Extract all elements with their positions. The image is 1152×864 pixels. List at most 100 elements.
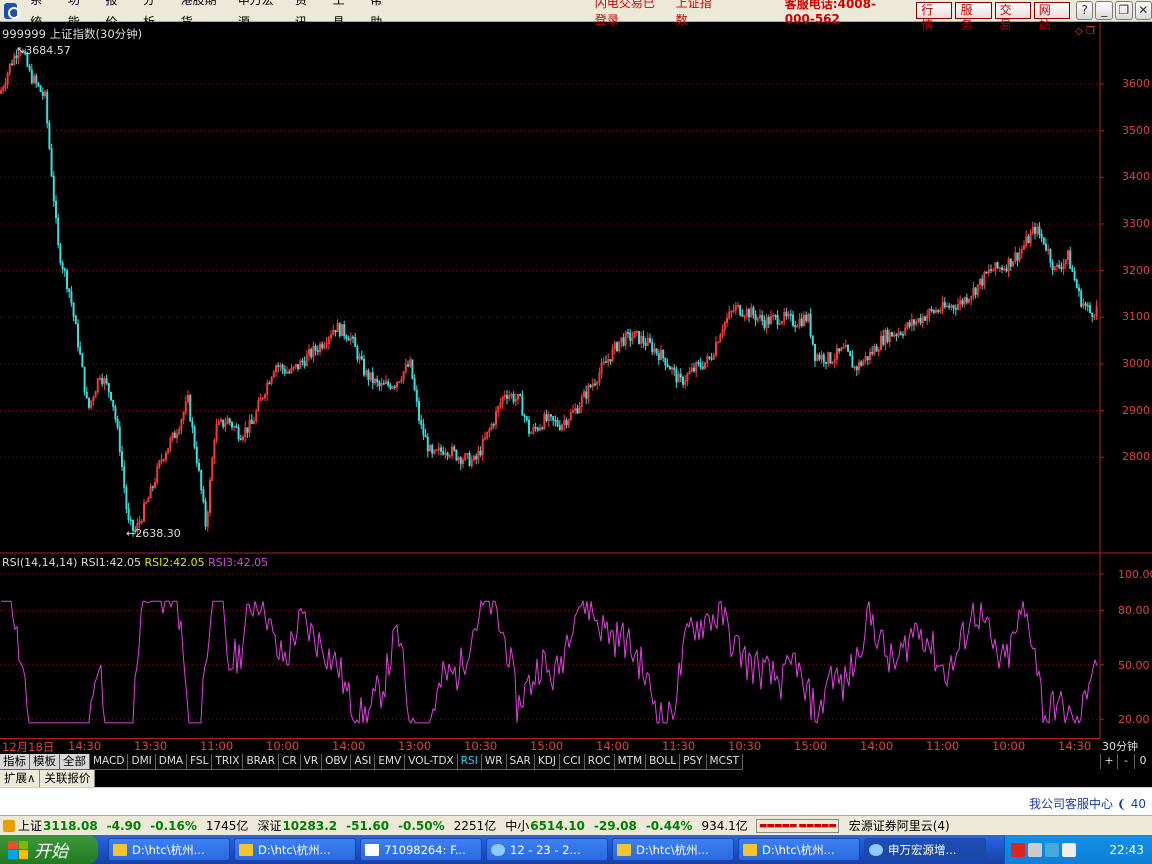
time-label: 14:00: [332, 739, 366, 753]
tab-rsi[interactable]: RSI: [457, 754, 482, 770]
sz-index-name[interactable]: 深证: [257, 817, 281, 834]
rsi-legend: RSI(14,14,14) RSI1:42.05 RSI2:42.05 RSI3…: [2, 556, 268, 569]
tab-cci[interactable]: CCI: [559, 754, 585, 770]
candle-body: [411, 359, 414, 379]
rsi-legend-name: RSI(14,14,14): [2, 556, 78, 569]
candle-body: [692, 367, 695, 372]
tab-obv[interactable]: OBV: [322, 754, 352, 770]
website-button[interactable]: 网站: [1033, 2, 1070, 32]
candle-body: [899, 332, 902, 335]
tab-mcst[interactable]: MCST: [706, 754, 744, 770]
tray-volume-icon[interactable]: [1062, 842, 1076, 857]
chart-corner-icons[interactable]: ◇ ❐: [1075, 26, 1095, 37]
candle-body: [83, 366, 86, 393]
tab-cr[interactable]: CR: [279, 754, 301, 770]
candle-body: [1075, 279, 1078, 289]
rsi-chart[interactable]: [0, 554, 1152, 738]
period-label[interactable]: 30分钟: [1102, 738, 1138, 754]
max-price-label: ↖3684.57: [16, 44, 71, 57]
zoom-out-button[interactable]: -: [1117, 754, 1134, 769]
tab-wr[interactable]: WR: [481, 754, 507, 770]
trade-button[interactable]: 交易: [994, 2, 1031, 32]
service-button[interactable]: 服务: [955, 2, 992, 32]
restore-button[interactable]: ❐: [1114, 1, 1133, 20]
taskbar-item-label: 71098264: F...: [384, 842, 466, 857]
tab-vr[interactable]: VR: [300, 754, 323, 770]
help-window-button[interactable]: ?: [1075, 1, 1094, 20]
tab-boll[interactable]: BOLL: [646, 754, 681, 770]
tab-indicator[interactable]: 指标: [0, 754, 30, 770]
tab-kdj[interactable]: KDJ: [534, 754, 560, 770]
candle-body: [39, 85, 42, 93]
start-button[interactable]: 开始: [0, 835, 98, 864]
candle-body: [776, 315, 779, 325]
candle-body: [761, 314, 764, 321]
market-button[interactable]: 行情: [916, 2, 953, 32]
time-label: 14:00: [860, 739, 894, 753]
close-button[interactable]: ✕: [1134, 1, 1152, 20]
candle-body: [316, 350, 319, 352]
candle-body: [382, 383, 385, 385]
taskbar-item[interactable]: 71098264: F...: [360, 838, 482, 861]
tab-sar[interactable]: SAR: [506, 754, 535, 770]
candle-body: [1034, 226, 1037, 234]
service-center-link[interactable]: 我公司客服中心 ❨ 40: [1029, 795, 1146, 812]
zoom-reset-button[interactable]: 0: [1134, 754, 1151, 769]
candle-body: [475, 455, 478, 460]
tab-dmi[interactable]: DMI: [128, 754, 156, 770]
candle-body: [1091, 312, 1094, 317]
minimize-button[interactable]: _: [1095, 1, 1113, 20]
tab-macd[interactable]: MACD: [90, 754, 129, 770]
candle-body: [708, 356, 711, 359]
tray-app-icon[interactable]: [1011, 842, 1025, 857]
candle-body: [296, 364, 299, 369]
tab-psy[interactable]: PSY: [680, 754, 707, 770]
candle-body: [763, 320, 766, 329]
price-chart[interactable]: [0, 22, 1152, 554]
rsi1-value: 42.05: [109, 556, 142, 569]
zx-index-change: -29.08: [593, 818, 637, 833]
clock[interactable]: 22:43: [1109, 843, 1144, 857]
tray-network-icon[interactable]: [1028, 842, 1042, 857]
candle-body: [829, 352, 832, 364]
candle-body: [222, 419, 225, 427]
candle-body: [576, 408, 579, 414]
candle-body: [204, 501, 207, 527]
taskbar-item-active[interactable]: 申万宏源增...: [864, 838, 986, 861]
candle-body: [556, 420, 559, 427]
taskbar-item[interactable]: 12 - 23 - 2...: [486, 838, 608, 861]
tab-mtm[interactable]: MTM: [614, 754, 647, 770]
chart-title: 999999 上证指数(30分钟): [2, 27, 143, 41]
broker-server[interactable]: 宏源证券阿里云(4): [849, 817, 950, 834]
tab-vol-tdx[interactable]: VOL-TDX: [405, 754, 458, 770]
tab-dma[interactable]: DMA: [155, 754, 188, 770]
candle-body: [626, 332, 629, 334]
candle-body: [752, 307, 755, 316]
candle-body: [519, 394, 522, 396]
taskbar-item[interactable]: D:\htc\杭州...: [234, 838, 356, 861]
sh-index-name[interactable]: 上证: [18, 817, 42, 834]
expand-tab[interactable]: 扩展∧: [0, 770, 41, 787]
tab-emv[interactable]: EMV: [375, 754, 406, 770]
tab-asi[interactable]: ASI: [351, 754, 376, 770]
candle-body: [908, 322, 911, 327]
candle-body: [622, 337, 625, 346]
candle-body: [200, 470, 203, 490]
tab-fsl[interactable]: FSL: [187, 754, 213, 770]
tab-all[interactable]: 全部: [60, 754, 90, 770]
taskbar-item[interactable]: D:\htc\杭州...: [612, 838, 734, 861]
candle-body: [875, 346, 878, 352]
tray-qq-icon[interactable]: [1045, 842, 1059, 857]
candle-body: [666, 364, 669, 367]
tab-template[interactable]: 模板: [30, 754, 60, 770]
tab-trix[interactable]: TRIX: [212, 754, 244, 770]
zx-index-name[interactable]: 中小: [505, 817, 529, 834]
taskbar-item[interactable]: D:\htc\杭州...: [108, 838, 230, 861]
tab-brar[interactable]: BRAR: [243, 754, 279, 770]
rsi-panel[interactable]: RSI(14,14,14) RSI1:42.05 RSI2:42.05 RSI3…: [0, 554, 1152, 738]
tab-roc[interactable]: ROC: [584, 754, 615, 770]
price-chart-panel[interactable]: 999999 上证指数(30分钟) ◇ ❐ ↖3684.57 ←2638.30 …: [0, 22, 1152, 554]
taskbar-item[interactable]: D:\htc\杭州...: [738, 838, 860, 861]
zoom-in-button[interactable]: +: [1100, 754, 1117, 769]
related-quotes-tab[interactable]: 关联报价: [40, 770, 96, 787]
